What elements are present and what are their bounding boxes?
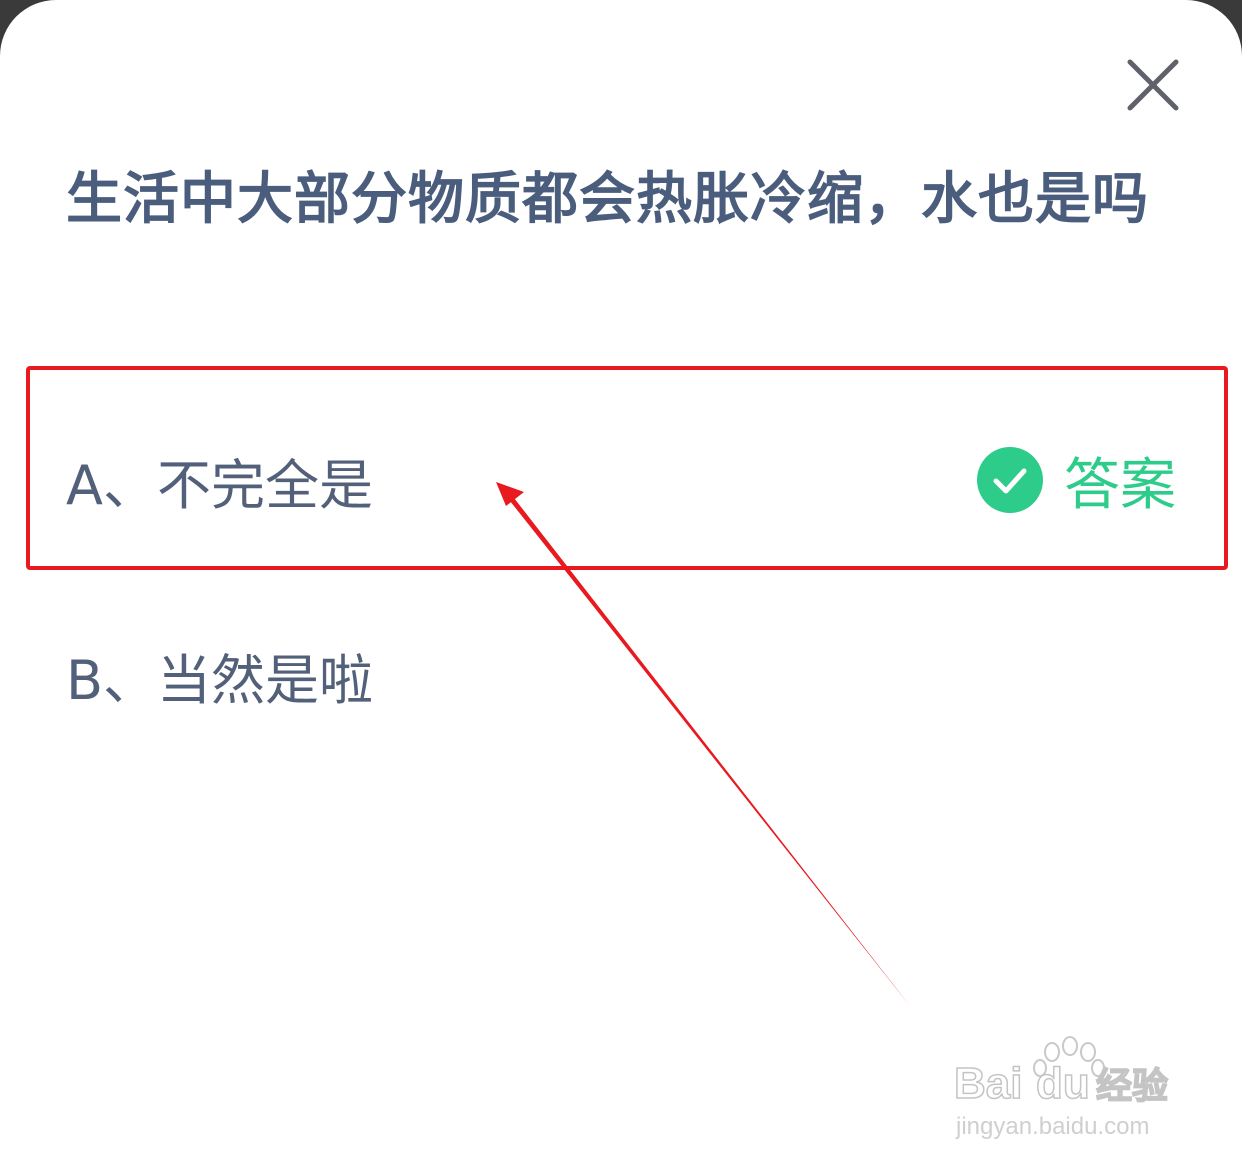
close-icon [1127, 59, 1179, 111]
close-button[interactable] [1118, 50, 1188, 120]
option-b[interactable]: B、当然是啦 [66, 625, 1176, 725]
check-circle-icon [976, 446, 1044, 514]
answer-label: 答案 [1064, 452, 1176, 518]
question-text: 生活中大部分物质都会热胀冷缩，水也是吗 [66, 167, 1149, 232]
watermark-product: 经验 [1096, 1066, 1168, 1107]
baidu-jingyan-watermark: Bai du 经验 jingyan.baidu.com [953, 1036, 1169, 1140]
correct-answer-tag: 答案 [976, 430, 1176, 530]
watermark-brand-tail: du [1036, 1059, 1090, 1108]
option-a[interactable]: A、不完全是 答案 [66, 430, 1176, 530]
watermark-url: jingyan.baidu.com [955, 1113, 1149, 1140]
question-dialog: 生活中大部分物质都会热胀冷缩，水也是吗 A、不完全是 答案 B、当然是啦 Bai… [0, 0, 1242, 1168]
option-a-label: A、不完全是 [66, 453, 373, 517]
watermark-brand: Bai [954, 1059, 1022, 1108]
option-b-label: B、当然是啦 [66, 648, 374, 712]
